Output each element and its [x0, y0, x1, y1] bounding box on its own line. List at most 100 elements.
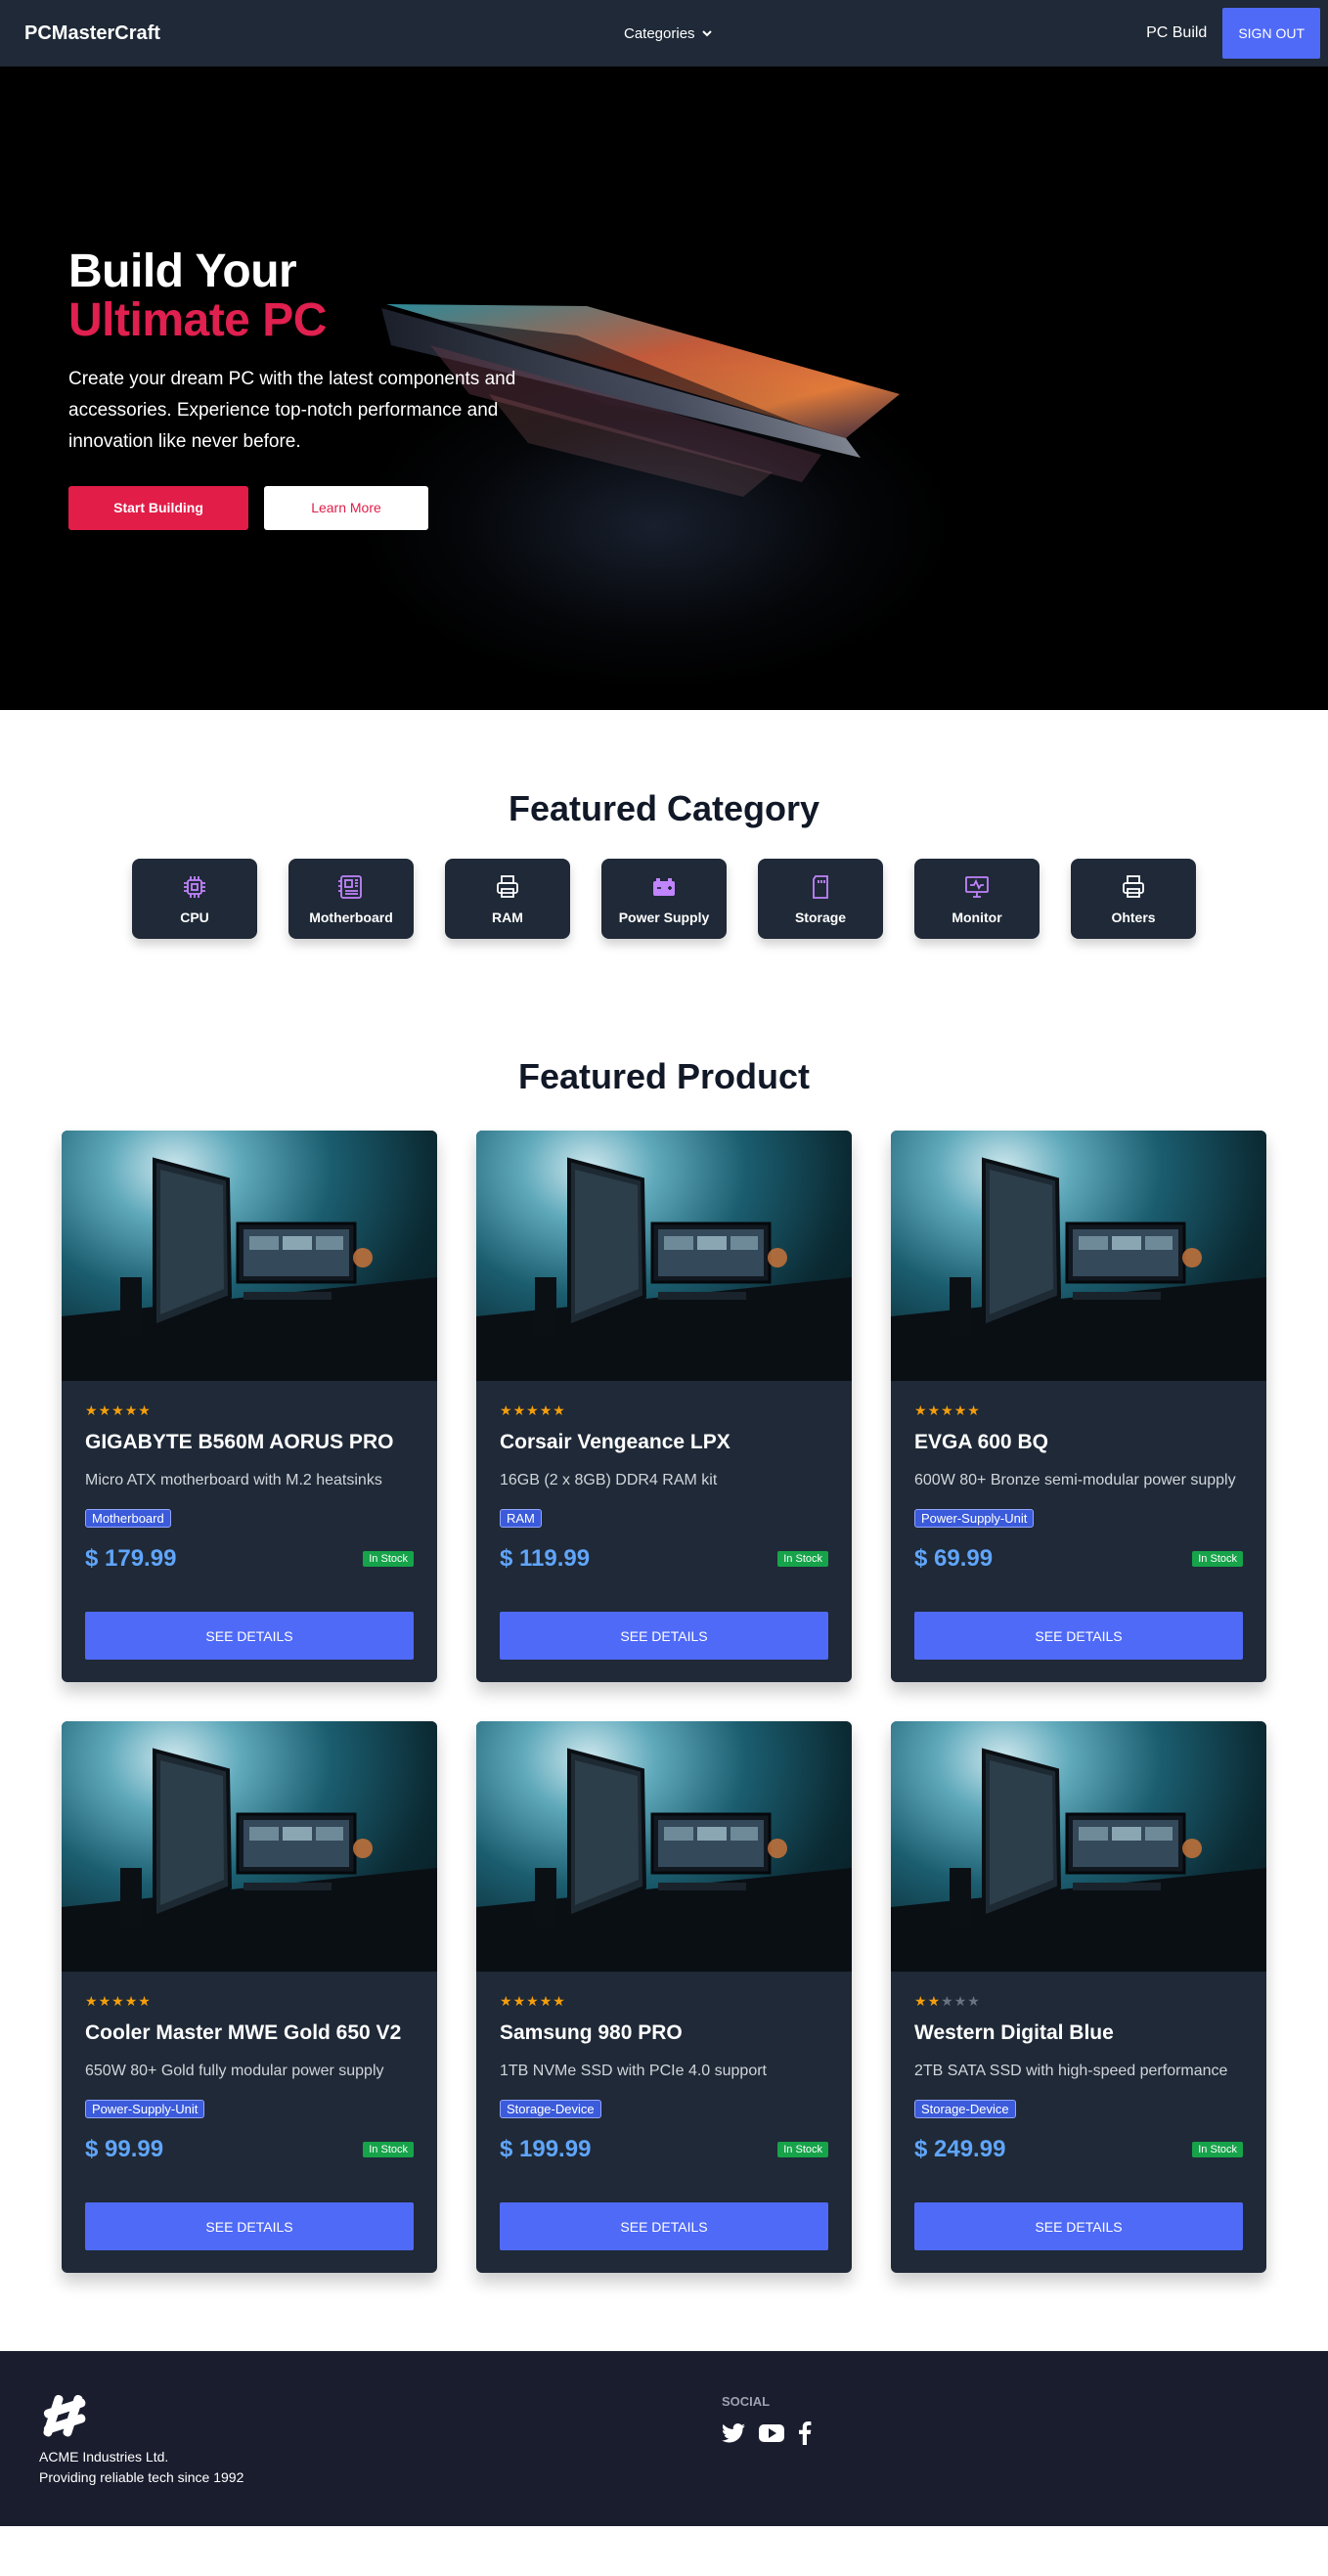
category-label: Motherboard: [309, 910, 393, 925]
star-filled-icon: ★: [953, 1402, 968, 1418]
star-filled-icon: ★: [124, 1993, 139, 2009]
product-image[interactable]: [891, 1721, 1266, 1972]
product-price: $ 99.99: [85, 2136, 164, 2162]
category-card-cpu[interactable]: CPU: [132, 859, 257, 939]
product-price: $ 119.99: [500, 1545, 591, 1572]
star-filled-icon: ★: [85, 1993, 99, 2009]
product-description: Micro ATX motherboard with M.2 heatsinks: [85, 1472, 382, 1488]
product-card: ★★★★★ GIGABYTE B560M AORUS PRO Micro ATX…: [62, 1131, 437, 1682]
categories-label: Categories: [624, 24, 695, 42]
learn-more-button[interactable]: Learn More: [264, 485, 428, 530]
product-price: $ 199.99: [500, 2136, 592, 2162]
category-label: CPU: [180, 910, 209, 925]
product-name: Western Digital Blue: [914, 2021, 1114, 2044]
product-card: ★★★★★ Corsair Vengeance LPX 16GB (2 x 8G…: [476, 1131, 852, 1682]
facebook-icon[interactable]: [798, 2421, 812, 2445]
star-filled-icon: ★: [512, 1993, 527, 2009]
see-details-button[interactable]: SEE DETAILS: [85, 2202, 414, 2250]
stock-status-badge: In Stock: [363, 2142, 414, 2157]
hero-description: Create your dream PC with the latest com…: [68, 368, 516, 453]
star-filled-icon: ★: [138, 1402, 152, 1418]
see-details-button[interactable]: SEE DETAILS: [500, 1612, 828, 1660]
product-card: ★★★★★ Western Digital Blue 2TB SATA SSD …: [891, 1721, 1266, 2273]
product-name: Corsair Vengeance LPX: [500, 1431, 730, 1453]
category-badge: Motherboard: [85, 1509, 171, 1528]
chevron-down-icon: [701, 30, 712, 37]
product-image[interactable]: [62, 1131, 437, 1381]
star-filled-icon: ★: [500, 1402, 513, 1418]
see-details-button[interactable]: SEE DETAILS: [914, 1612, 1243, 1660]
brand-logo[interactable]: PCMasterCraft: [24, 22, 160, 45]
youtube-icon[interactable]: [759, 2423, 784, 2443]
star-filled-icon: ★: [553, 1402, 566, 1418]
rating-stars: ★★★★★: [500, 1993, 828, 2010]
desk-setup-illustration: [891, 1748, 1266, 1972]
see-details-button[interactable]: SEE DETAILS: [500, 2202, 828, 2250]
featured-product-section: Featured Product ★★★★★ GIGABYTE B560M AO…: [0, 939, 1328, 2351]
category-card-ram[interactable]: RAM: [445, 859, 570, 939]
star-empty-icon: ★: [941, 1993, 954, 2009]
featured-category-title: Featured Category: [508, 788, 820, 828]
stock-status-badge: In Stock: [777, 2142, 828, 2157]
category-card-monitor[interactable]: Monitor: [914, 859, 1040, 939]
product-description: 16GB (2 x 8GB) DDR4 RAM kit: [500, 1472, 718, 1488]
hero-title-line1: Build Your: [68, 245, 297, 297]
category-label: Power Supply: [618, 910, 710, 925]
star-filled-icon: ★: [98, 1402, 112, 1418]
monitor-icon: [965, 876, 989, 898]
category-badge: RAM: [500, 1509, 542, 1528]
star-empty-icon: ★: [967, 1993, 981, 2009]
product-card: ★★★★★ Samsung 980 PRO 1TB NVMe SSD with …: [476, 1721, 852, 2273]
featured-category-section: Featured Category CPU Motherboard RAM Po…: [0, 710, 1328, 939]
rating-stars: ★★★★★: [500, 1402, 828, 1419]
stock-status-badge: In Stock: [1192, 2142, 1243, 2157]
star-filled-icon: ★: [539, 1993, 553, 2009]
product-image[interactable]: [476, 1131, 852, 1381]
star-filled-icon: ★: [539, 1402, 553, 1418]
product-description: 2TB SATA SSD with high-speed performance: [914, 2063, 1228, 2079]
sign-out-button[interactable]: SIGN OUT: [1222, 8, 1320, 59]
rating-stars: ★★★★★: [914, 1993, 1243, 2010]
desk-setup-illustration: [476, 1157, 852, 1381]
category-label: Storage: [794, 910, 847, 925]
categories-dropdown[interactable]: Categories: [624, 0, 713, 67]
social-title: SOCIAL: [722, 2394, 771, 2409]
star-filled-icon: ★: [967, 1402, 981, 1418]
featured-product-title: Featured Product: [517, 1056, 811, 1096]
star-filled-icon: ★: [927, 1402, 942, 1418]
category-card-others[interactable]: Ohters: [1071, 859, 1196, 939]
category-label: RAM: [492, 910, 523, 925]
product-price: $ 179.99: [85, 1545, 177, 1572]
star-filled-icon: ★: [124, 1402, 139, 1418]
product-description: 1TB NVMe SSD with PCIe 4.0 support: [500, 2063, 767, 2079]
see-details-button[interactable]: SEE DETAILS: [914, 2202, 1243, 2250]
twitter-icon[interactable]: [722, 2423, 745, 2443]
desk-setup-illustration: [62, 1748, 437, 1972]
start-building-button[interactable]: Start Building: [68, 485, 248, 530]
motherboard-icon: [338, 875, 362, 899]
category-card-motherboard[interactable]: Motherboard: [288, 859, 414, 939]
product-price: $ 249.99: [914, 2136, 1006, 2162]
star-filled-icon: ★: [914, 1402, 928, 1418]
category-label: Monitor: [952, 910, 1002, 925]
company-name: ACME Industries Ltd.: [39, 2449, 169, 2465]
category-card-power-supply[interactable]: Power Supply: [601, 859, 727, 939]
cpu-icon: [184, 876, 205, 898]
desk-setup-illustration: [891, 1157, 1266, 1381]
star-filled-icon: ★: [111, 1993, 125, 2009]
product-image[interactable]: [62, 1721, 437, 1972]
stock-status-badge: In Stock: [363, 1551, 414, 1567]
star-filled-icon: ★: [111, 1402, 125, 1418]
product-grid: ★★★★★ GIGABYTE B560M AORUS PRO Micro ATX…: [62, 1131, 1266, 2273]
category-card-storage[interactable]: Storage: [758, 859, 883, 939]
category-badge: Power-Supply-Unit: [85, 2100, 205, 2118]
star-filled-icon: ★: [500, 1993, 513, 2009]
star-filled-icon: ★: [98, 1993, 112, 2009]
rating-stars: ★★★★★: [914, 1402, 1243, 1419]
product-name: Cooler Master MWE Gold 650 V2: [85, 2021, 402, 2044]
battery-icon: [653, 878, 675, 896]
pc-build-link[interactable]: PC Build: [1146, 24, 1207, 42]
see-details-button[interactable]: SEE DETAILS: [85, 1612, 414, 1660]
product-image[interactable]: [891, 1131, 1266, 1381]
product-image[interactable]: [476, 1721, 852, 1972]
